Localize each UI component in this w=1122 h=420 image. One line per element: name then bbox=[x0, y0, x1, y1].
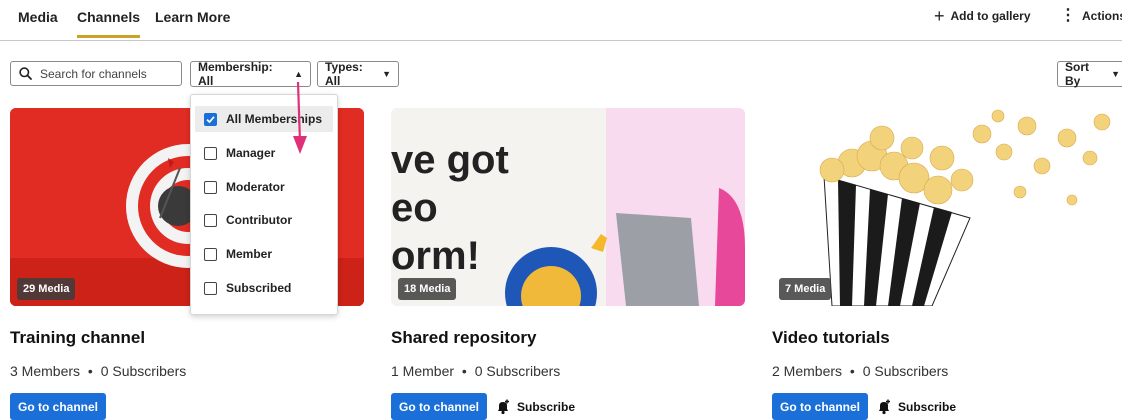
option-label: Contributor bbox=[226, 213, 292, 227]
subscribe-label: Subscribe bbox=[898, 400, 957, 414]
thumbnail-text: ve got eo orm! bbox=[391, 136, 509, 280]
media-count-badge: 29 Media bbox=[17, 278, 76, 300]
kebab-menu-icon: ⋮ bbox=[1060, 7, 1076, 24]
channel-stats: 2 Members • 0 Subscribers bbox=[772, 363, 948, 379]
option-subscribed[interactable]: Subscribed bbox=[195, 275, 333, 301]
bell-plus-icon bbox=[498, 399, 509, 415]
tab-learn-more[interactable]: Learn More bbox=[155, 9, 230, 25]
members-count: 2 Members bbox=[772, 363, 843, 379]
checkbox[interactable] bbox=[204, 146, 217, 160]
channel-title[interactable]: Video tutorials bbox=[772, 328, 890, 348]
search-input[interactable] bbox=[38, 65, 172, 82]
members-count: 1 Member bbox=[391, 363, 455, 379]
separator-dot: • bbox=[461, 363, 467, 379]
media-count-badge: 7 Media bbox=[779, 278, 832, 300]
types-filter[interactable]: Types: All ▼ bbox=[317, 60, 399, 88]
subscribe-label: Subscribe bbox=[517, 400, 576, 414]
channel-title[interactable]: Training channel bbox=[10, 328, 145, 348]
types-filter-label: Types: All bbox=[325, 60, 363, 88]
go-to-channel-button[interactable]: Go to channel bbox=[391, 393, 488, 420]
separator-dot: • bbox=[849, 363, 855, 379]
members-count: 3 Members bbox=[10, 363, 81, 379]
option-contributor[interactable]: Contributor bbox=[195, 207, 333, 233]
subscribe-button[interactable]: Subscribe bbox=[495, 399, 575, 415]
membership-filter-label: Membership: All bbox=[198, 60, 273, 88]
actions-label: Actions bbox=[1082, 9, 1122, 23]
checkbox[interactable] bbox=[204, 281, 217, 295]
membership-dropdown: All Memberships Manager Moderator Contri… bbox=[190, 94, 338, 315]
chevron-down-icon: ▼ bbox=[1111, 69, 1120, 79]
checkbox[interactable] bbox=[204, 247, 217, 261]
checkbox-checked[interactable] bbox=[204, 112, 217, 126]
subscribers-count: 0 Subscribers bbox=[100, 363, 187, 379]
channel-stats: 1 Member • 0 Subscribers bbox=[391, 363, 560, 379]
option-label: Subscribed bbox=[226, 281, 292, 295]
add-to-gallery-label: Add to gallery bbox=[950, 9, 1031, 23]
top-nav: Media Channels Learn More + Add to galle… bbox=[0, 0, 1122, 41]
thumbnail-line: ve got bbox=[391, 138, 509, 182]
option-label: Member bbox=[226, 247, 273, 261]
channel-thumbnail[interactable]: ve got eo orm! 18 Media bbox=[391, 108, 745, 306]
option-label: Moderator bbox=[226, 180, 285, 194]
media-count-badge: 18 Media bbox=[398, 278, 457, 300]
go-to-channel-button[interactable]: Go to channel bbox=[10, 393, 107, 420]
bell-plus-icon bbox=[879, 399, 890, 415]
sort-by-label: Sort By bbox=[1065, 60, 1089, 88]
thumbnail-line: orm! bbox=[391, 234, 480, 278]
sort-by-button[interactable]: Sort By ▼ bbox=[1057, 60, 1122, 88]
option-label: Manager bbox=[226, 146, 276, 160]
chevron-down-icon: ▼ bbox=[382, 69, 391, 79]
thumbnail-line: eo bbox=[391, 186, 438, 230]
subscribers-count: 0 Subscribers bbox=[862, 363, 949, 379]
separator-dot: • bbox=[87, 363, 93, 379]
subscribe-button[interactable]: Subscribe bbox=[876, 399, 956, 415]
search-box bbox=[10, 61, 182, 86]
actions-button[interactable]: ⋮ Actions bbox=[1060, 7, 1122, 24]
checkbox[interactable] bbox=[204, 180, 217, 194]
annotation-arrow-icon bbox=[293, 81, 307, 154]
channel-thumbnail[interactable]: 7 Media bbox=[772, 108, 1122, 306]
checkmark-icon bbox=[206, 115, 215, 123]
tab-channels[interactable]: Channels bbox=[77, 9, 141, 38]
option-member[interactable]: Member bbox=[195, 241, 333, 267]
checkbox[interactable] bbox=[204, 213, 217, 227]
subscribers-count: 0 Subscribers bbox=[474, 363, 561, 379]
plus-icon: + bbox=[934, 6, 945, 26]
go-to-channel-button[interactable]: Go to channel bbox=[772, 393, 869, 420]
channel-title[interactable]: Shared repository bbox=[391, 328, 537, 348]
channel-stats: 3 Members • 0 Subscribers bbox=[10, 363, 186, 379]
add-to-gallery-button[interactable]: + Add to gallery bbox=[934, 6, 1031, 26]
option-moderator[interactable]: Moderator bbox=[195, 174, 333, 200]
tab-media[interactable]: Media bbox=[18, 9, 58, 25]
search-icon bbox=[19, 67, 32, 80]
popcorn-illustration-icon bbox=[772, 108, 1122, 306]
